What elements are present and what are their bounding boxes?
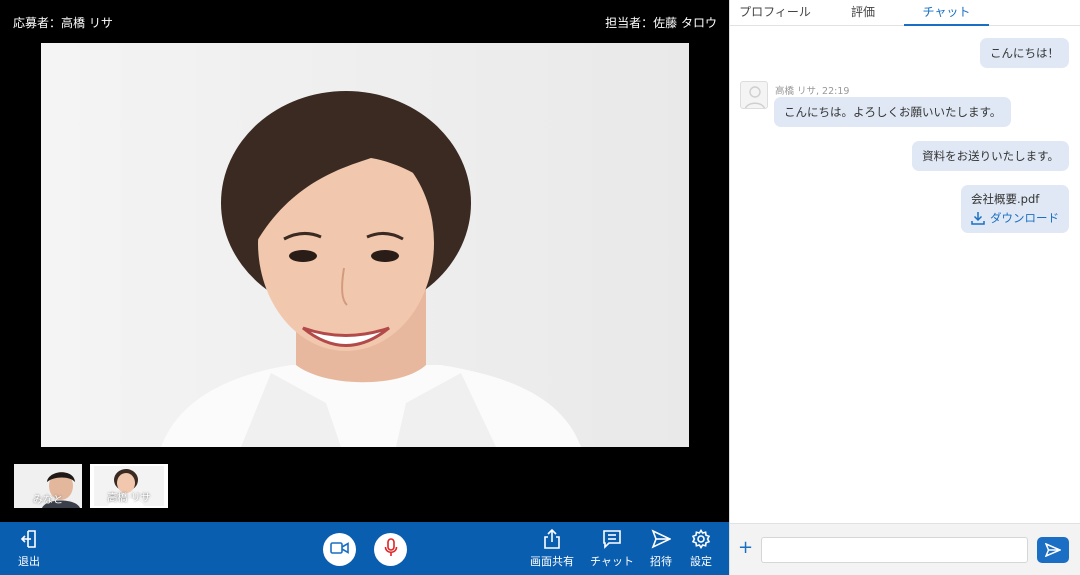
camera-toggle-button[interactable] — [323, 533, 356, 566]
settings-button[interactable]: 設定 — [686, 528, 716, 569]
side-panel: プロフィール 評価 チャット こんにちは！ 高橋 リサ, 22:19 こんにちは… — [729, 0, 1080, 575]
screen-share-label: 画面共有 — [530, 555, 574, 568]
exit-button[interactable]: 退出 — [14, 528, 44, 569]
add-attachment-button[interactable]: + — [738, 538, 753, 558]
outgoing-message: こんにちは！ — [980, 38, 1069, 68]
main-video — [41, 43, 689, 447]
tab-chat[interactable]: チャット — [904, 0, 989, 26]
video-camera-icon — [330, 540, 349, 559]
share-icon — [542, 528, 562, 550]
message-sender-time: 高橋 リサ, 22:19 — [775, 86, 850, 97]
settings-label: 設定 — [690, 555, 712, 568]
chat-message-list: こんにちは！ 高橋 リサ, 22:19 こんにちは。よろしくお願いいたします。 … — [730, 27, 1080, 523]
microphone-toggle-button[interactable] — [374, 533, 407, 566]
tab-evaluation[interactable]: 評価 — [838, 0, 888, 26]
send-plane-icon — [651, 528, 671, 550]
invite-button[interactable]: 招待 — [645, 528, 677, 569]
download-icon — [971, 212, 985, 225]
send-button[interactable] — [1037, 537, 1069, 563]
thumbnail-name: みなと — [33, 495, 63, 506]
outgoing-file-message: 会社概要.pdf ダウンロード — [961, 185, 1069, 233]
chat-composer: + — [730, 523, 1080, 575]
call-toolbar: 退出 画面共有 チャット 招待 設定 — [0, 522, 729, 575]
invite-label: 招待 — [650, 555, 672, 568]
avatar — [740, 81, 768, 109]
chat-bubble-icon — [602, 528, 622, 550]
microphone-icon — [384, 538, 398, 561]
user-placeholder-icon — [744, 86, 766, 108]
panel-tabs: プロフィール 評価 チャット — [730, 0, 1080, 26]
message-input[interactable] — [761, 537, 1028, 563]
thumbnail-name: 高橋 リサ — [107, 493, 151, 504]
incoming-message: こんにちは。よろしくお願いいたします。 — [774, 97, 1012, 127]
participant-thumbnail-active[interactable]: 高橋 リサ — [90, 464, 168, 508]
exit-icon — [19, 528, 39, 550]
download-link[interactable]: ダウンロード — [971, 210, 1059, 226]
applicant-label: 応募者：高橋 リサ — [13, 16, 113, 30]
gear-icon — [691, 528, 711, 550]
download-label: ダウンロード — [990, 211, 1059, 225]
send-icon — [1045, 543, 1061, 557]
chat-label: チャット — [590, 555, 634, 568]
tab-profile[interactable]: プロフィール — [735, 0, 815, 26]
exit-label: 退出 — [18, 555, 40, 568]
video-stage: 応募者：高橋 リサ 担当者：佐藤 タロウ みなと 高橋 リサ — [0, 0, 729, 522]
outgoing-message: 資料をお送りいたします。 — [912, 141, 1069, 171]
participant-video-image — [41, 43, 689, 447]
participant-thumbnail[interactable]: みなと — [14, 464, 82, 508]
screen-share-button[interactable]: 画面共有 — [528, 528, 576, 569]
staff-label: 担当者：佐藤 タロウ — [605, 16, 717, 30]
chat-button[interactable]: チャット — [589, 528, 635, 569]
file-name: 会社概要.pdf — [971, 192, 1040, 206]
